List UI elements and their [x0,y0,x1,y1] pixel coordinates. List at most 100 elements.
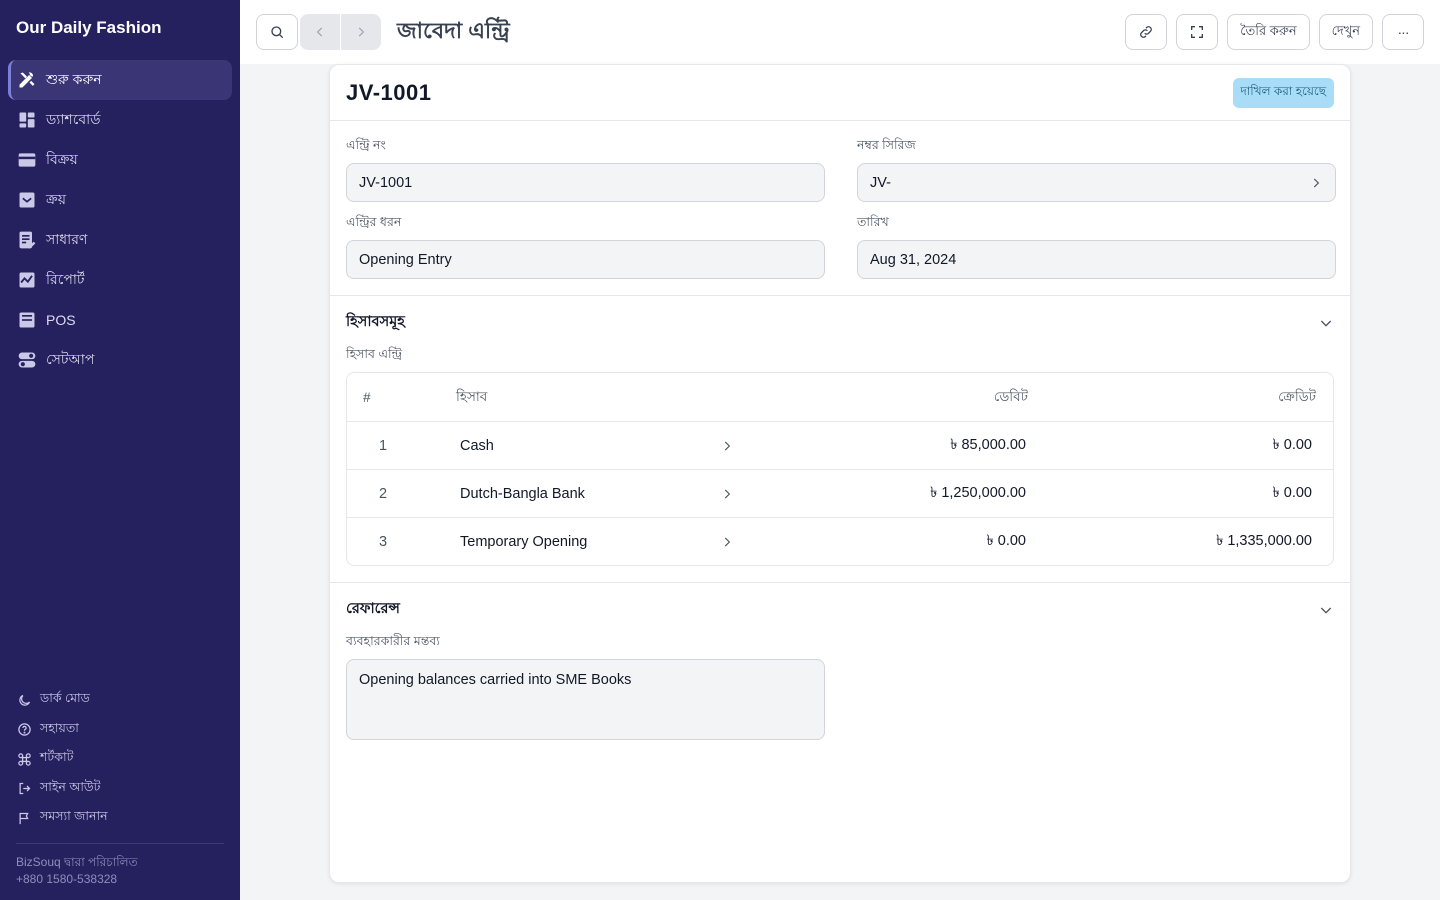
tools-icon [16,69,38,91]
column-header-num: # [363,389,371,405]
account-name: Cash [460,437,494,454]
sidebar-item-common[interactable]: সাধারণ [8,220,232,260]
search-button[interactable] [256,14,298,50]
account-link[interactable]: Temporary Opening [452,534,742,550]
sidebar-item-dashboard[interactable]: ড্যাশবোর্ড [8,100,232,140]
sidebar-divider [16,843,224,844]
toggle-icon [16,349,38,371]
chevron-right-icon [358,27,365,37]
view-button[interactable]: দেখুন [1318,14,1373,50]
section-title: রেফারেন্স [346,601,400,617]
more-button[interactable]: ··· [1382,14,1424,50]
accounts-section-header[interactable]: হিসাবসমূহ [346,312,1334,334]
entry-type-value: Opening Entry [359,251,452,268]
dark-mode-link[interactable]: ডার্ক মোড [16,686,224,716]
create-button[interactable]: তৈরি করুন [1227,14,1310,50]
column-header-account: হিসাব [456,388,488,404]
copy-link-button[interactable] [1125,14,1168,50]
account-link[interactable]: Cash [452,438,742,454]
back-button[interactable] [300,14,340,50]
table-row[interactable]: 2 Dutch-Bangla Bank ৳ 1,250,000.00 ৳ 0.0… [347,469,1333,517]
powered-by: BizSouq দ্বারা পরিচালিত +880 1580-538328 [0,854,240,900]
chevron-right-icon [724,441,731,450]
sidebar-item-label: সাধারণ [46,231,88,247]
account-name: Temporary Opening [460,533,588,550]
search-icon [271,26,284,39]
inbox-icon [16,189,38,211]
sidebar-item-label: POS [46,312,76,328]
command-icon [16,751,32,767]
powered-by-text: BizSouq দ্বারা পরিচালিত [16,855,138,869]
report-issue-link[interactable]: সমস্যা জানান [16,804,224,834]
chart-icon [16,269,38,291]
fullscreen-button[interactable] [1176,14,1219,50]
dashboard-icon [16,109,38,131]
field-label: এন্ট্রির ধরন [346,215,402,229]
history-nav [300,14,381,50]
forward-button[interactable] [341,14,381,50]
chevron-down-icon[interactable] [1318,315,1334,331]
table-row[interactable]: 3 Temporary Opening ৳ 0.00 ৳ 1,335,000.0… [347,517,1333,565]
entry-no-input[interactable]: JV-1001 [346,163,825,202]
entry-type-field: এন্ট্রির ধরন Opening Entry [346,214,825,279]
pos-icon [16,309,38,331]
sidebar-item-get-started[interactable]: শুরু করুন [8,60,232,100]
reference-section: রেফারেন্স ব্যবহারকারীর মন্তব্য Opening b… [330,583,1350,756]
topbar: জাবেদা এন্ট্রি তৈরি করুন দেখুন ··· [240,0,1440,64]
debit-amount: ৳ 85,000.00 [950,436,1026,453]
table-row[interactable]: 1 Cash ৳ 85,000.00 ৳ 0.00 [347,421,1333,469]
sidebar-item-label: সেটআপ [46,351,95,367]
sidebar-item-pos[interactable]: POS [8,300,232,340]
sidebar-item-reports[interactable]: রিপোর্ট [8,260,232,300]
brand-name[interactable]: Our Daily Fashion [0,0,240,56]
field-label: তারিখ [857,215,889,229]
chevron-down-icon[interactable] [1318,602,1334,618]
link-icon [1140,26,1153,38]
chevron-right-icon [724,489,731,498]
remark-label: ব্যবহারকারীর মন্তব্য [346,634,440,648]
details-section: এন্ট্রি নং JV-1001 নম্বর সিরিজ JV- এন্ট্… [330,121,1350,296]
help-label: সহায়তা [40,720,79,735]
sign-out-link[interactable]: সাইন আউট [16,774,224,804]
shortcuts-link[interactable]: শর্টকাট [16,745,224,775]
entry-type-input[interactable]: Opening Entry [346,240,825,279]
report-issue-label: সমস্যা জানান [40,809,108,824]
entry-no-value: JV-1001 [359,174,413,191]
main-area: জাবেদা এন্ট্রি তৈরি করুন দেখুন ··· JV-10 [240,0,1440,900]
status-badge: দাখিল করা হয়েছে [1232,77,1334,108]
chevron-right-icon [724,537,731,546]
document-name: JV-1001 [346,79,432,105]
form-header: JV-1001 দাখিল করা হয়েছে [330,65,1350,121]
sidebar-footer: ডার্ক মোড সহায়তা শর্টকাট সাইন আউট সমস্য… [0,686,240,834]
chevron-right-icon [1313,178,1320,187]
section-title: হিসাবসমূহ [346,314,405,330]
reference-section-header[interactable]: রেফারেন্স [346,599,1334,621]
debit-amount: ৳ 0.00 [986,532,1026,549]
expand-icon [1191,26,1204,38]
column-header-debit: ডেবিট [993,388,1028,404]
help-link[interactable]: সহায়তা [16,715,224,745]
date-input[interactable]: Aug 31, 2024 [857,240,1336,279]
credit-amount: ৳ 1,335,000.00 [1216,532,1312,549]
journal-entry-form: JV-1001 দাখিল করা হয়েছে এন্ট্রি নং JV-1… [329,64,1351,883]
sidebar-item-label: বিক্রয় [46,151,78,167]
ledger-icon [16,229,38,251]
accounts-section: হিসাবসমূহ হিসাব এন্ট্রি # হিসাব ডেবিট ক্… [330,296,1350,583]
field-label: এন্ট্রি নং [346,138,386,152]
row-number: 3 [379,533,388,550]
table-header: # হিসাব ডেবিট ক্রেডিট [347,373,1333,421]
series-input[interactable]: JV- [857,163,1336,202]
more-icon: ··· [1397,24,1410,40]
sidebar: Our Daily Fashion শুরু করুন ড্যাশবোর্ড ব… [0,0,240,900]
sidebar-item-purchase[interactable]: ক্রয় [8,180,232,220]
account-name: Dutch-Bangla Bank [460,485,585,502]
date-field: তারিখ Aug 31, 2024 [857,214,1336,279]
sidebar-item-setup[interactable]: সেটআপ [8,340,232,380]
dark-mode-label: ডার্ক মোড [40,691,90,706]
top-actions: তৈরি করুন দেখুন ··· [1125,14,1424,50]
account-link[interactable]: Dutch-Bangla Bank [452,486,742,502]
sidebar-item-sales[interactable]: বিক্রয় [8,140,232,180]
series-field: নম্বর সিরিজ JV- [857,137,1336,202]
user-remark-textarea[interactable]: Opening balances carried into SME Books [346,659,825,740]
logout-icon [16,781,32,797]
